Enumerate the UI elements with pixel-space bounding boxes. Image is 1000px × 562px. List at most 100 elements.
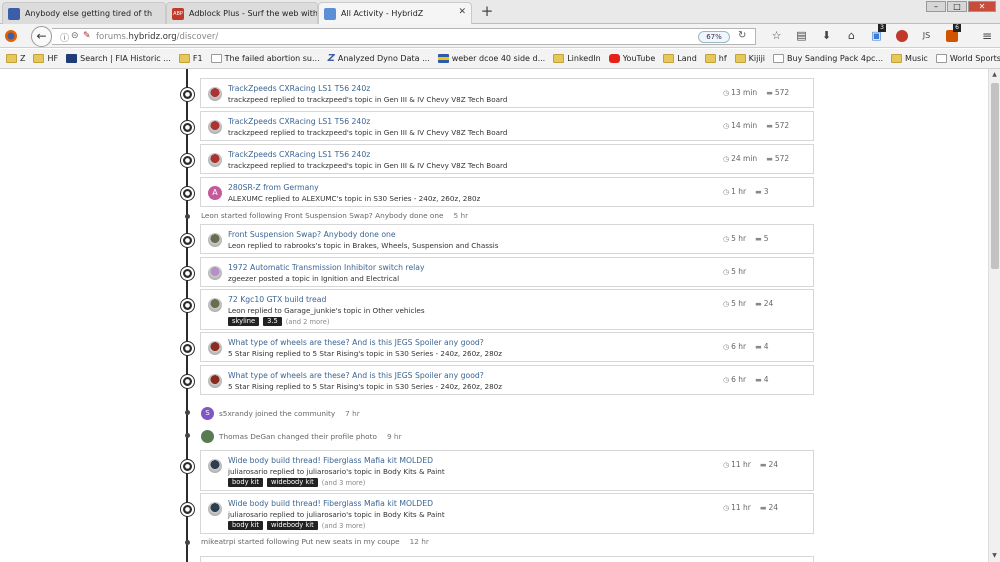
bookmark-item[interactable]: Kijiji	[734, 54, 765, 63]
activity-item-partial[interactable]: Put new seats in my coupe	[200, 556, 814, 562]
activity-item[interactable]: ● TrackZpeeds CXRacing LS1 T56 240z trackz…	[181, 78, 814, 108]
bookmark-item[interactable]: weber dcoe 40 side d...	[437, 54, 545, 63]
hamburger-menu-icon[interactable]: ≡	[982, 29, 992, 43]
bookmark-label: Music	[905, 54, 928, 63]
topic-title-link[interactable]: Wide body build thread! Fiberglass Mafia…	[228, 499, 433, 508]
bookmark-label: The failed abortion su...	[224, 54, 320, 63]
topic-title-link[interactable]: TrackZpeeds CXRacing LS1 T56 240z	[228, 117, 370, 126]
avatar[interactable]: S	[201, 407, 214, 420]
minimize-button[interactable]: –	[926, 1, 946, 12]
topic-title-link[interactable]: Front Suspension Swap? Anybody done one	[228, 230, 396, 239]
adblock-toolbar-icon[interactable]	[889, 28, 914, 45]
tag[interactable]: skyline	[228, 317, 260, 326]
profile-initials[interactable]: JS	[914, 28, 939, 45]
comment-icon: ●	[181, 154, 194, 167]
avatar[interactable]	[208, 266, 222, 280]
topic-title-link[interactable]: Wide body build thread! Fiberglass Mafia…	[228, 456, 433, 465]
browser-tab-2[interactable]: ABP Adblock Plus - Surf the web with	[166, 2, 318, 24]
tag[interactable]: body kit	[228, 478, 264, 487]
avatar[interactable]	[208, 298, 222, 312]
tag[interactable]: widebody kit	[267, 478, 318, 487]
download-icon[interactable]: ⬇	[814, 28, 839, 45]
maximize-button[interactable]: □	[947, 1, 967, 12]
activity-item[interactable]: ● TrackZpeeds CXRacing LS1 T56 240z trackz…	[181, 111, 814, 141]
activity-description: juliarosario replied to juliarosario's t…	[228, 510, 445, 519]
activity-item[interactable]: ● What type of wheels are these? And is t…	[181, 332, 814, 362]
close-window-button[interactable]: ✕	[968, 1, 996, 12]
bookmark-item[interactable]: Buy Sanding Pack 4pc...	[773, 54, 883, 63]
pocket-icon[interactable]: ▣ 3	[864, 24, 889, 45]
bookmark-item[interactable]: Z	[6, 54, 25, 63]
activity-item[interactable]: ● 72 Kgc10 GTX build tread Leon replied to…	[181, 289, 814, 330]
scroll-down-icon[interactable]: ▼	[989, 550, 1000, 562]
topic-title-link[interactable]: What type of wheels are these? And is th…	[228, 371, 484, 380]
timeline-dot	[185, 433, 190, 438]
activity-item[interactable]: ● 1972 Automatic Transmission Inhibitor s…	[181, 257, 814, 287]
bookmark-star-icon[interactable]: ☆	[764, 28, 789, 45]
extension-icon[interactable]: 6	[939, 24, 964, 45]
close-tab-icon[interactable]: ✕	[458, 7, 466, 17]
bookmark-item[interactable]: Search | FIA Historic ...	[66, 54, 171, 63]
more-tags-link[interactable]: (and 3 more)	[322, 522, 366, 530]
topic-title-link[interactable]: What type of wheels are these? And is th…	[228, 338, 484, 347]
page-scrollbar[interactable]: ▲ ▼	[988, 69, 1000, 562]
browser-tab-1[interactable]: Anybody else getting tired of th	[2, 2, 166, 24]
new-tab-button[interactable]: +	[478, 3, 496, 21]
avatar[interactable]	[208, 459, 222, 473]
bookmark-item[interactable]: YouTube	[608, 54, 655, 63]
home-icon[interactable]: ⌂	[839, 28, 864, 45]
activity-item[interactable]: ● Front Suspension Swap? Anybody done one…	[181, 224, 814, 254]
avatar[interactable]	[208, 87, 222, 101]
activity-item[interactable]: ● TrackZpeeds CXRacing LS1 T56 240z trackz…	[181, 144, 814, 174]
scroll-thumb[interactable]	[991, 83, 999, 269]
bookmark-item[interactable]: LinkedIn	[553, 54, 601, 63]
activity-description: 5 Star Rising replied to 5 Star Rising's…	[228, 349, 503, 358]
activity-description: Leon replied to rabrooks's topic in Brak…	[228, 241, 499, 250]
comment-icon: ●	[181, 503, 194, 516]
bookmark-label: HF	[47, 54, 59, 63]
topic-title-link[interactable]: 1972 Automatic Transmission Inhibitor sw…	[228, 263, 425, 272]
info-icon[interactable]: ⓘ	[60, 31, 69, 44]
scroll-up-icon[interactable]: ▲	[989, 69, 1000, 81]
reload-icon[interactable]: ↻	[738, 30, 746, 41]
activity-item[interactable]: ● Wide body build thread! Fiberglass Mafi…	[181, 450, 814, 491]
zoom-indicator[interactable]: 67%	[698, 31, 730, 43]
avatar[interactable]	[208, 233, 222, 247]
bookmark-item[interactable]: Land	[663, 54, 697, 63]
bookmark-item[interactable]: Z Analyzed Dyno Data ...	[328, 53, 430, 64]
bookmark-item[interactable]: HF	[33, 54, 58, 63]
activity-item[interactable]: ● What type of wheels are these? And is t…	[181, 365, 814, 395]
topic-title-link[interactable]: 72 Kgc10 GTX build tread	[228, 295, 326, 304]
activity-item[interactable]: ● Wide body build thread! Fiberglass Mafi…	[181, 493, 814, 534]
avatar[interactable]	[208, 374, 222, 388]
bookmark-label: hf	[718, 54, 727, 63]
activity-item[interactable]: ● A 280SR-Z from Germany ALEXUMC replied to…	[181, 177, 814, 207]
tag[interactable]: widebody kit	[267, 521, 318, 530]
tag[interactable]: 3.5	[263, 317, 282, 326]
topic-title-link[interactable]: 280SR-Z from Germany	[228, 183, 319, 192]
bookmark-item[interactable]: F1	[178, 54, 203, 63]
app-menu-icon[interactable]	[4, 28, 18, 42]
avatar[interactable]	[208, 153, 222, 167]
activity-event: Leon started following Front Suspension …	[185, 211, 468, 220]
back-button[interactable]: ←	[31, 26, 52, 47]
bookmark-item[interactable]: Music	[891, 54, 928, 63]
avatar[interactable]	[208, 502, 222, 516]
replies-meta: ▬ 24	[759, 460, 779, 469]
browser-tab-3[interactable]: All Activity - HybridZ ✕	[318, 2, 472, 24]
bookmark-item[interactable]: World Sports Racing ...	[935, 54, 1000, 63]
more-tags-link[interactable]: (and 3 more)	[322, 479, 366, 487]
url-bar[interactable]: ⓘ ⊝ ✎ forums.hybridz.org/discover/ 67% ↻	[52, 28, 756, 45]
more-tags-link[interactable]: (and 2 more)	[286, 318, 330, 326]
bookmark-item[interactable]: hf	[704, 54, 727, 63]
topic-title-link[interactable]: TrackZpeeds CXRacing LS1 T56 240z	[228, 150, 370, 159]
tag[interactable]: body kit	[228, 521, 264, 530]
reading-list-icon[interactable]: ▤	[789, 28, 814, 45]
avatar[interactable]	[208, 120, 222, 134]
url-text[interactable]: forums.hybridz.org/discover/	[96, 32, 218, 42]
avatar[interactable]	[208, 341, 222, 355]
avatar[interactable]	[201, 430, 214, 443]
avatar[interactable]: A	[208, 186, 222, 200]
bookmark-item[interactable]: The failed abortion su...	[210, 54, 320, 63]
topic-title-link[interactable]: TrackZpeeds CXRacing LS1 T56 240z	[228, 84, 370, 93]
